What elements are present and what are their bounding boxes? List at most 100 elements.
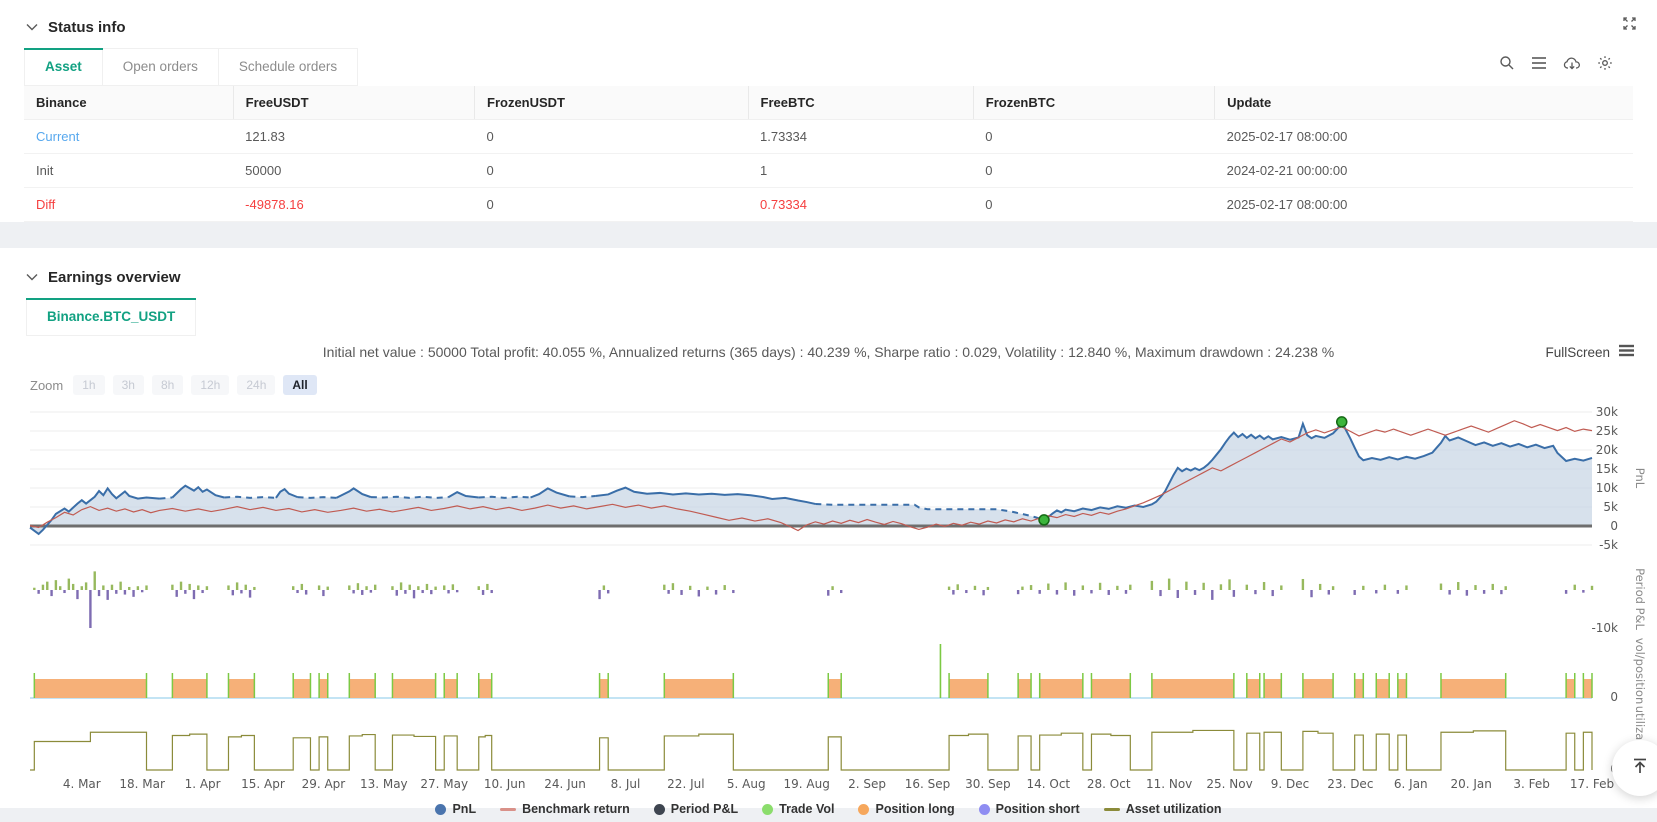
svg-text:29. Apr: 29. Apr xyxy=(302,777,346,791)
cell: 0.73334 xyxy=(748,188,973,222)
svg-text:4. Mar: 4. Mar xyxy=(63,777,101,791)
fullscreen-expand-icon[interactable] xyxy=(1622,16,1637,36)
chart-fullscreen-button[interactable]: FullScreen xyxy=(1545,345,1610,360)
earnings-title: Earnings overview xyxy=(48,269,181,286)
svg-text:15k: 15k xyxy=(1596,462,1618,476)
legend-item-asset-utilization[interactable]: Asset utilization xyxy=(1104,802,1222,816)
svg-text:14. Oct: 14. Oct xyxy=(1026,777,1070,791)
settings-gear-icon[interactable] xyxy=(1597,55,1613,76)
row-label[interactable]: Current xyxy=(24,120,233,154)
svg-text:6. Jan: 6. Jan xyxy=(1394,777,1428,791)
col-frozenusdt: FrozenUSDT xyxy=(475,86,749,120)
svg-text:3. Feb: 3. Feb xyxy=(1513,777,1550,791)
earnings-header: Earnings overview xyxy=(0,260,1657,294)
svg-text:2. Sep: 2. Sep xyxy=(848,777,886,791)
line-swatch xyxy=(500,808,516,811)
svg-text:20k: 20k xyxy=(1596,443,1618,457)
zoom-button-12h[interactable]: 12h xyxy=(191,375,229,395)
zoom-label: Zoom xyxy=(30,378,63,393)
cell: 2025-02-17 08:00:00 xyxy=(1215,120,1633,154)
svg-text:19. Aug: 19. Aug xyxy=(784,777,830,791)
tab-asset[interactable]: Asset xyxy=(24,48,103,86)
svg-text:18. Mar: 18. Mar xyxy=(119,777,165,791)
cell: 50000 xyxy=(233,154,474,188)
cell: 121.83 xyxy=(233,120,474,154)
search-icon[interactable] xyxy=(1499,55,1515,76)
cell: -49878.16 xyxy=(233,188,474,222)
back-to-top-icon xyxy=(1630,756,1650,781)
svg-text:23. Dec: 23. Dec xyxy=(1327,777,1373,791)
row-label: Diff xyxy=(24,188,233,222)
tab-binance-btc-usdt[interactable]: Binance.BTC_USDT xyxy=(26,298,196,336)
line-swatch xyxy=(1104,808,1120,811)
cell: 0 xyxy=(475,188,749,222)
cell: 0 xyxy=(973,154,1214,188)
legend-item-position-long[interactable]: Position long xyxy=(858,802,954,816)
cell: 0 xyxy=(475,154,749,188)
chart-legend: PnL Benchmark return Period P&L Trade Vol Po… xyxy=(0,799,1657,819)
dot-swatch xyxy=(858,804,869,815)
svg-text:28. Oct: 28. Oct xyxy=(1087,777,1131,791)
svg-text:11. Nov: 11. Nov xyxy=(1146,777,1192,791)
chart-menu-icon[interactable] xyxy=(1618,344,1635,360)
col-update: Update xyxy=(1215,86,1633,120)
menu-icon[interactable] xyxy=(1531,56,1547,75)
collapse-chevron-icon[interactable] xyxy=(26,273,38,281)
col-binance: Binance xyxy=(24,86,233,120)
svg-text:-5k: -5k xyxy=(1599,538,1618,552)
svg-text:30k: 30k xyxy=(1596,405,1618,419)
col-freebtc: FreeBTC xyxy=(748,86,973,120)
cell: 0 xyxy=(973,188,1214,222)
svg-text:17. Feb: 17. Feb xyxy=(1570,777,1614,791)
svg-text:24. Jun: 24. Jun xyxy=(544,777,586,791)
svg-text:Period P&L: Period P&L xyxy=(1633,568,1647,630)
zoom-button-all[interactable]: All xyxy=(283,375,316,395)
zoom-button-1h[interactable]: 1h xyxy=(73,375,104,395)
performance-stats: Initial net value : 50000 Total profit: … xyxy=(0,344,1657,360)
cell: 1.73334 xyxy=(748,120,973,154)
svg-text:5k: 5k xyxy=(1603,500,1618,514)
cell: 2025-02-17 08:00:00 xyxy=(1215,188,1633,222)
asset-table: Binance FreeUSDT FrozenUSDT FreeBTC Froz… xyxy=(24,86,1633,222)
collapse-chevron-icon[interactable] xyxy=(26,23,38,31)
table-row: Diff-49878.1600.7333402025-02-17 08:00:0… xyxy=(24,188,1633,222)
svg-text:vol/position: vol/position xyxy=(1633,638,1647,704)
col-freeusdt: FreeUSDT xyxy=(233,86,474,120)
asset-table-header-row: Binance FreeUSDT FrozenUSDT FreeBTC Froz… xyxy=(24,86,1633,120)
svg-text:10. Jun: 10. Jun xyxy=(484,777,526,791)
legend-item-benchmark-return[interactable]: Benchmark return xyxy=(500,802,630,816)
zoom-controls: Zoom 1h 3h 8h 12h 24h All xyxy=(30,374,1657,396)
status-info-title: Status info xyxy=(48,19,126,36)
legend-item-period-p-l[interactable]: Period P&L xyxy=(654,802,738,816)
table-toolbar xyxy=(1499,55,1613,76)
zoom-button-3h[interactable]: 3h xyxy=(113,375,144,395)
table-row: Init500000102024-02-21 00:00:00 xyxy=(24,154,1633,188)
table-row: Current121.8301.7333402025-02-17 08:00:0… xyxy=(24,120,1633,154)
cell: 0 xyxy=(475,120,749,154)
dot-swatch xyxy=(979,804,990,815)
svg-text:PnL: PnL xyxy=(1633,468,1647,489)
earnings-chart[interactable]: 30k25k20k15k10k5k0-5k-10k004. Mar18. Mar… xyxy=(0,398,1657,799)
svg-text:22. Jul: 22. Jul xyxy=(667,777,704,791)
svg-text:25k: 25k xyxy=(1596,424,1618,438)
earnings-overview-panel: Earnings overview Binance.BTC_USDT Initi… xyxy=(0,248,1657,808)
legend-item-position-short[interactable]: Position short xyxy=(979,802,1080,816)
cloud-download-icon[interactable] xyxy=(1563,56,1581,76)
tab-open-orders[interactable]: Open orders xyxy=(103,48,219,86)
svg-text:13. May: 13. May xyxy=(360,777,408,791)
dot-swatch xyxy=(435,804,446,815)
legend-item-trade-vol[interactable]: Trade Vol xyxy=(762,802,834,816)
tab-schedule-orders[interactable]: Schedule orders xyxy=(219,48,358,86)
status-tabs: Asset Open orders Schedule orders xyxy=(24,48,1633,86)
zoom-button-8h[interactable]: 8h xyxy=(152,375,183,395)
svg-text:9. Dec: 9. Dec xyxy=(1271,777,1309,791)
zoom-button-24h[interactable]: 24h xyxy=(237,375,275,395)
legend-item-pnl[interactable]: PnL xyxy=(435,802,476,816)
svg-text:-10k: -10k xyxy=(1591,621,1618,635)
cell: 1 xyxy=(748,154,973,188)
svg-text:25. Nov: 25. Nov xyxy=(1206,777,1252,791)
svg-text:5. Aug: 5. Aug xyxy=(727,777,766,791)
row-label: Init xyxy=(24,154,233,188)
dot-swatch xyxy=(654,804,665,815)
svg-text:30. Sep: 30. Sep xyxy=(965,777,1011,791)
